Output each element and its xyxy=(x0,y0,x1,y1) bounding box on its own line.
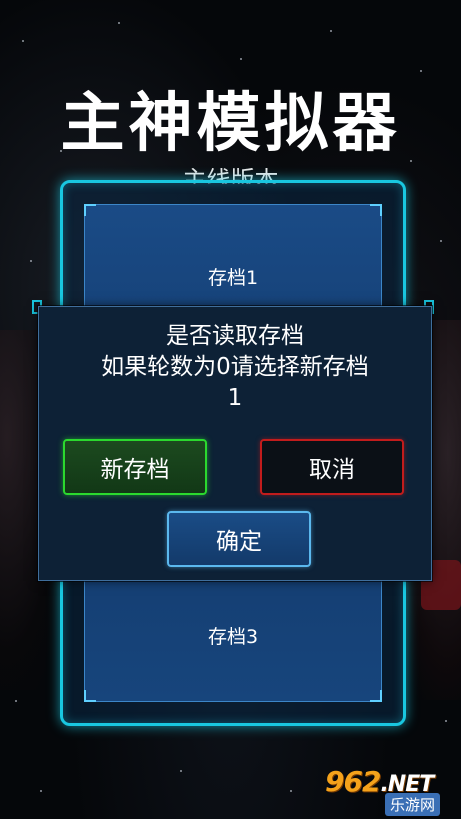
dialog-message-line1: 是否读取存档 xyxy=(166,323,304,349)
game-title: 主神模拟器 xyxy=(60,87,401,161)
dialog-message: 是否读取存档 如果轮数为0请选择新存档 1 xyxy=(39,321,431,414)
site-watermark: 962.NET 乐游网 xyxy=(325,765,455,816)
save-slot-1[interactable]: 存档1 xyxy=(85,263,381,290)
confirm-button[interactable]: 确定 xyxy=(167,511,311,567)
watermark-site-name: 乐游网 xyxy=(385,793,441,816)
corner-marker xyxy=(370,204,382,216)
new-save-button[interactable]: 新存档 xyxy=(63,439,207,495)
load-save-dialog: 是否读取存档 如果轮数为0请选择新存档 1 新存档 取消 确定 xyxy=(38,306,432,581)
dialog-message-line3: 1 xyxy=(227,385,243,411)
dialog-message-line2: 如果轮数为0请选择新存档 xyxy=(101,354,369,380)
corner-marker xyxy=(370,690,382,702)
save-slot-3[interactable]: 存档3 xyxy=(85,622,381,649)
corner-marker xyxy=(84,690,96,702)
cancel-button[interactable]: 取消 xyxy=(260,439,404,495)
watermark-logo-number: 962 xyxy=(325,765,381,798)
corner-marker xyxy=(84,204,96,216)
